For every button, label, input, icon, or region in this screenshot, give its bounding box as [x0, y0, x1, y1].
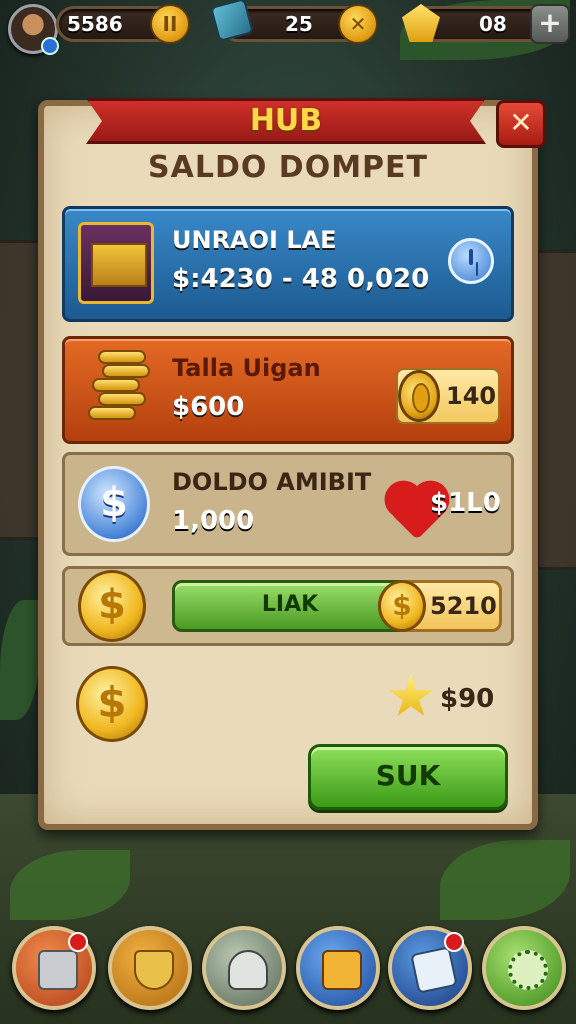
add-stars-button[interactable]: +	[530, 4, 570, 44]
inventory-box-icon	[38, 950, 78, 990]
add-coins-button[interactable]: II	[150, 4, 190, 44]
row-title: UNRAOI LAE	[172, 226, 337, 254]
row-title: DOLDO AMIBIT	[172, 468, 372, 496]
mail-icon	[410, 946, 458, 994]
row-value: 1,000	[172, 506, 255, 536]
nav-character-button[interactable]	[202, 926, 286, 1010]
row-value: $:4230 - 48 0,020	[172, 264, 430, 294]
gem-count: 25	[285, 12, 313, 36]
player-avatar[interactable]	[8, 4, 59, 55]
background-leaf	[0, 600, 40, 720]
bar-label: LIAK	[261, 592, 319, 617]
background-house-right	[536, 250, 576, 570]
notification-badge-icon	[444, 932, 464, 952]
nav-mail-button[interactable]	[388, 926, 472, 1010]
row-title: Talla Uigan	[172, 354, 321, 382]
row-side-value: 5210	[430, 592, 497, 620]
coin-count: 5586	[67, 12, 123, 36]
silver-dollar-coin-icon: $	[78, 466, 150, 542]
row-side-value: $90	[440, 684, 495, 714]
level-badge-icon	[41, 37, 59, 55]
nav-settings-button[interactable]	[482, 926, 566, 1010]
nav-inventory-button[interactable]	[12, 926, 96, 1010]
gold-ring-coin-icon	[398, 370, 440, 422]
add-gems-button[interactable]: ✕	[338, 4, 378, 44]
section-heading: SALDO DOMPET	[148, 150, 428, 185]
row-side-value: $1L0	[430, 488, 501, 518]
star-count: 08	[479, 12, 507, 36]
notification-badge-icon	[68, 932, 88, 952]
close-button[interactable]: ✕	[496, 100, 546, 148]
row-side-value: 140	[446, 382, 497, 410]
nav-shop-button[interactable]	[296, 926, 380, 1010]
clock-icon[interactable]	[448, 238, 494, 284]
confirm-button[interactable]: SUK	[308, 744, 508, 810]
row-value: $600	[172, 392, 245, 422]
shop-dollar-icon	[322, 950, 362, 990]
settings-gear-icon	[508, 950, 548, 990]
quest-shield-icon	[134, 950, 174, 990]
gold-dollar-coin-icon: $	[378, 580, 426, 632]
gold-dollar-coin-icon: $	[78, 570, 146, 642]
nav-quest-button[interactable]	[108, 926, 192, 1010]
resource-topbar: 5586 II 25 ✕ 08 +	[0, 0, 576, 55]
gold-dollar-coin-icon: $	[76, 666, 148, 742]
coin-stack-icon	[78, 346, 156, 432]
panel-title: HUB	[249, 103, 323, 138]
treasure-chest-icon	[78, 222, 154, 304]
character-icon	[228, 950, 268, 990]
